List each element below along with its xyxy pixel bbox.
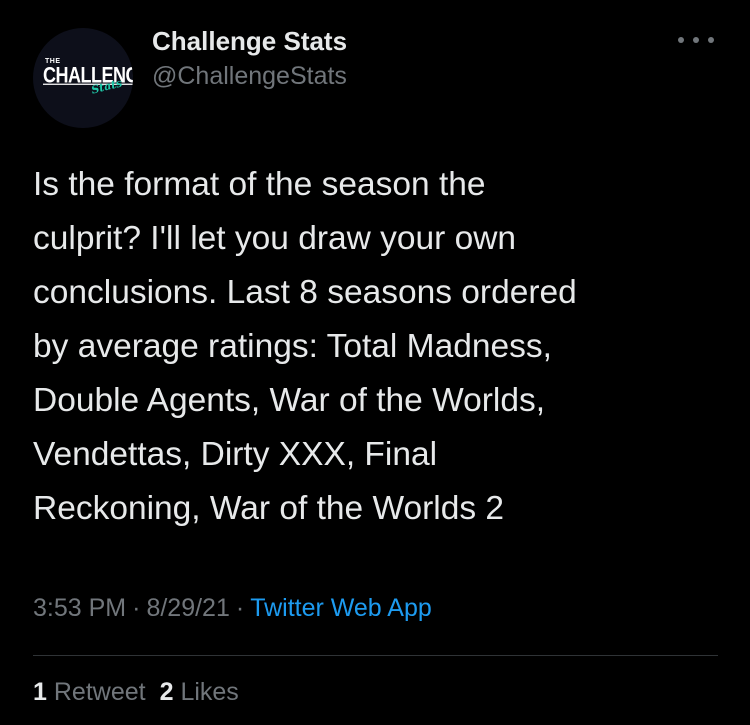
author-display-name[interactable]: Challenge Stats [152, 26, 347, 57]
tweet-text: Is the format of the season the culprit?… [33, 166, 577, 527]
more-options-icon[interactable] [678, 32, 714, 48]
likes-stat[interactable]: 2 Likes [160, 678, 239, 706]
tweet-meta: 3:53 PM · 8/29/21 · Twitter Web App [33, 594, 432, 623]
likes-label: Likes [180, 678, 239, 706]
meta-separator: · [235, 594, 245, 622]
author-handle[interactable]: @ChallengeStats [152, 62, 347, 91]
challenge-stats-logo: THE CHALLENGE Stats [41, 56, 133, 100]
more-dot-icon [708, 37, 714, 43]
retweets-count: 1 [33, 678, 47, 706]
avatar[interactable]: THE CHALLENGE Stats [33, 28, 133, 128]
divider [33, 655, 718, 656]
tweet-date[interactable]: 8/29/21 [146, 594, 229, 622]
retweets-stat[interactable]: 1 Retweet [33, 678, 146, 706]
more-dot-icon [693, 37, 699, 43]
tweet-source-link[interactable]: Twitter Web App [250, 594, 432, 622]
meta-separator: · [132, 594, 141, 622]
retweets-label: Retweet [53, 678, 146, 706]
likes-count: 2 [159, 678, 174, 706]
tweet-stats: 1 Retweet 2 Likes [33, 678, 239, 707]
more-dot-icon [678, 37, 684, 43]
tweet-time[interactable]: 3:53 PM [33, 594, 126, 622]
